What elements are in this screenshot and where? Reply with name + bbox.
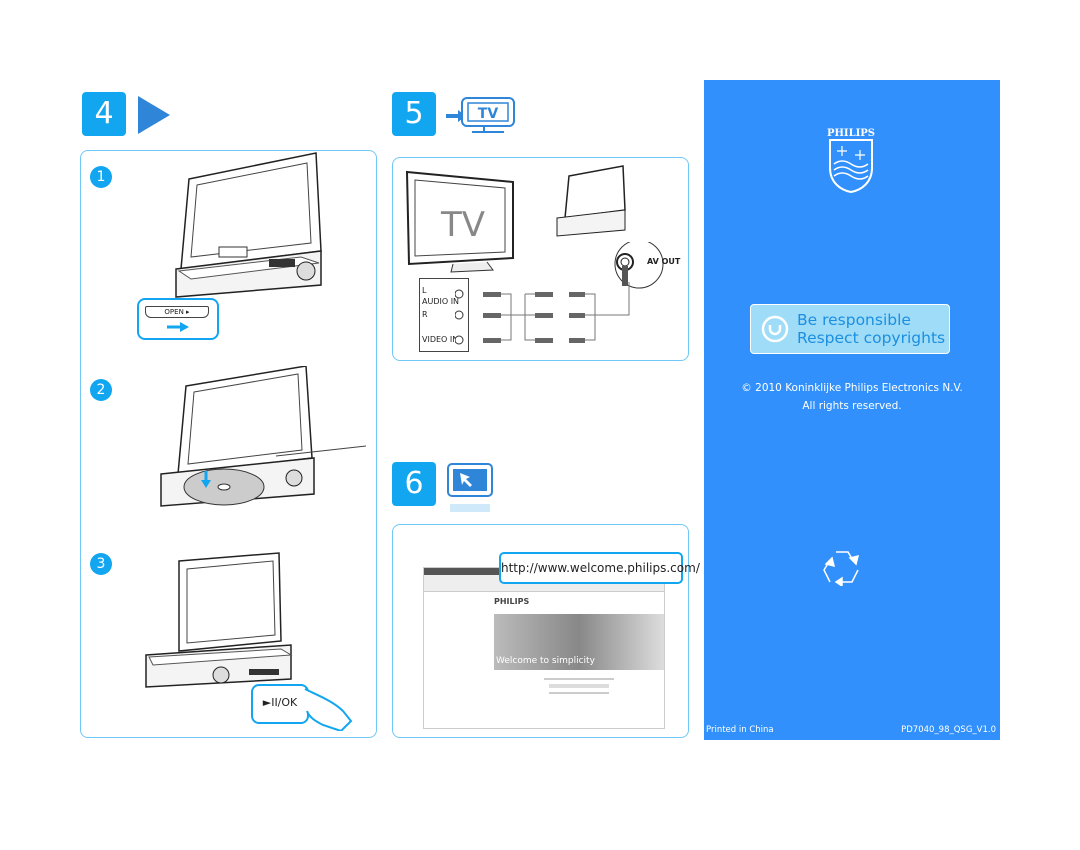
svg-text:PHILIPS: PHILIPS: [827, 128, 875, 139]
step-5-panel: TV AV OUT L AUDIO IN R VIDEO IN: [392, 157, 689, 361]
banner-text: Welcome to simplicity: [496, 656, 595, 666]
printed-in-text: Printed in China: [706, 725, 774, 735]
dvd-player-disc-illustration: [160, 366, 367, 507]
tv-label: TV: [440, 205, 485, 245]
substep-1: 1: [90, 166, 112, 188]
browser-brand: PHILIPS: [494, 597, 530, 606]
jack-label-audio-in: AUDIO IN: [422, 297, 460, 306]
browser-screenshot: PHILIPS Welcome to simplicity: [423, 567, 665, 729]
substep-3: 3: [90, 553, 112, 575]
open-button[interactable]: OPEN ▸: [145, 306, 209, 318]
welcome-url-link[interactable]: http://www.welcome.philips.com/: [501, 561, 700, 575]
welcome-banner: Welcome to simplicity: [494, 614, 664, 670]
play-ok-callout: ►II/OK: [251, 684, 309, 724]
tv-icon: TV: [446, 97, 515, 133]
dvd-player-illustration: [556, 165, 626, 237]
respect-copyrights-badge: Be responsible Respect copyrights: [750, 304, 950, 354]
hand-pointing-icon: [304, 688, 353, 731]
step-6-panel: PHILIPS Welcome to simplicity http://www…: [392, 524, 700, 738]
av-out-label: AV OUT: [647, 257, 681, 266]
step-6-badge: 6: [392, 462, 436, 506]
url-callout: http://www.welcome.philips.com/: [499, 552, 700, 584]
open-callout: OPEN ▸: [137, 298, 219, 340]
play-ok-button[interactable]: ►II/OK: [253, 696, 307, 709]
back-cover-panel: PHILIPS Be responsible Respect copyright…: [704, 80, 1000, 740]
dvd-player-open-illustration: [175, 152, 322, 298]
jack-label-video-in: VIDEO IN: [422, 335, 459, 344]
jack-label-r: R: [422, 310, 428, 319]
av-cables-illustration: [455, 282, 630, 345]
dvd-player-play-illustration: [145, 552, 293, 688]
be-responsible-text: Be responsible: [797, 311, 911, 329]
rights-text: All rights reserved.: [802, 400, 902, 412]
copyright-text: © 2010 Koninklijke Philips Electronics N…: [741, 382, 963, 394]
philips-shield-logo: PHILIPS: [827, 128, 875, 194]
step-4-panel: 1 2 3 OPEN ▸ ►II/OK: [80, 150, 377, 738]
tv-illustration: TV: [405, 170, 514, 273]
step-4-badge: 4: [82, 92, 126, 136]
document-code: PD7040_98_QSG_V1.0: [901, 725, 996, 735]
step-5-badge: 5: [392, 92, 436, 136]
play-icon: [138, 96, 170, 134]
tv-icon-label: TV: [478, 106, 499, 122]
jack-label-l: L: [422, 286, 427, 295]
copyright-circle-icon: [761, 315, 789, 343]
arrow-right-icon: [167, 322, 189, 332]
substep-2: 2: [90, 379, 112, 401]
monitor-cursor-icon: [447, 463, 493, 512]
respect-copyrights-text: Respect copyrights: [797, 329, 946, 347]
recycle-icon: [823, 551, 860, 586]
